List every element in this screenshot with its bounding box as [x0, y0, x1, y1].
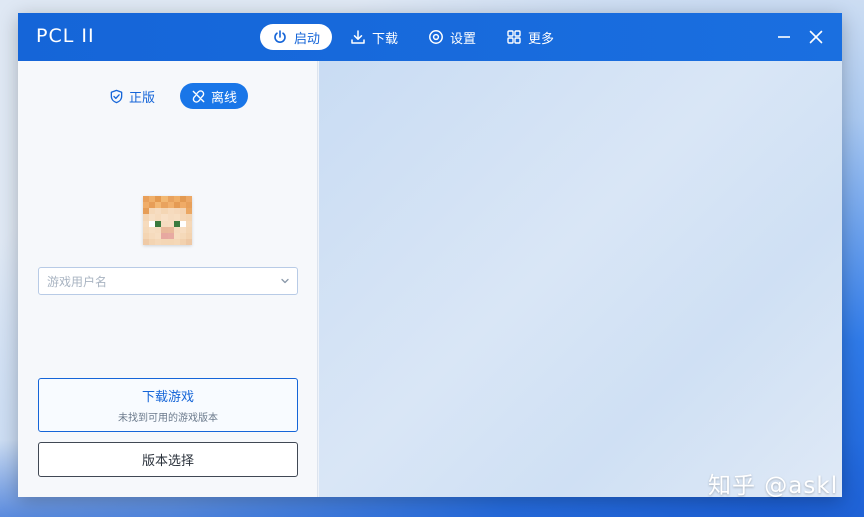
- tab-official[interactable]: 正版: [98, 83, 166, 109]
- username-field[interactable]: 游戏用户名: [38, 267, 298, 295]
- watermark: 知乎 @askl: [708, 473, 839, 499]
- app-title: PCL II: [36, 25, 95, 47]
- chevron-down-icon[interactable]: [279, 275, 291, 287]
- version-select-button[interactable]: 版本选择: [38, 442, 298, 477]
- nav-settings-label: 设置: [450, 31, 477, 47]
- username-placeholder: 游戏用户名: [47, 274, 108, 289]
- app-window: PCL II 启动 下载 设置 更多 正版 离线 游戏用户名 下载游戏 未找到可…: [18, 13, 842, 497]
- title-bar[interactable]: PCL II 启动 下载 设置 更多: [18, 13, 842, 61]
- tab-offline[interactable]: 离线: [180, 83, 249, 109]
- nav-more-label: 更多: [528, 31, 555, 47]
- shield-check-icon: [110, 89, 123, 103]
- grid-icon: [507, 30, 521, 44]
- main-nav: 启动 下载 设置 更多: [260, 24, 566, 50]
- download-game-label: 下载游戏: [141, 390, 194, 405]
- nav-launch-label: 启动: [294, 31, 321, 47]
- nav-download[interactable]: 下载: [338, 24, 410, 50]
- main-content-area: [319, 61, 842, 497]
- minimize-button[interactable]: [772, 25, 796, 49]
- nav-launch[interactable]: 启动: [260, 24, 333, 50]
- gear-icon: [429, 30, 443, 44]
- version-select-label: 版本选择: [141, 454, 194, 469]
- download-game-button[interactable]: 下载游戏 未找到可用的游戏版本: [38, 378, 298, 432]
- nav-more[interactable]: 更多: [494, 24, 566, 50]
- close-button[interactable]: [804, 25, 828, 49]
- login-mode-tabs: 正版 离线: [98, 83, 249, 109]
- launch-sidebar: 正版 离线 游戏用户名 下载游戏 未找到可用的游戏版本 版本选择: [18, 61, 318, 497]
- power-icon: [274, 30, 286, 43]
- unlink-icon: [192, 89, 205, 103]
- tab-official-label: 正版: [129, 90, 156, 106]
- player-avatar[interactable]: [143, 196, 192, 245]
- close-icon: [809, 30, 823, 44]
- nav-download-label: 下载: [372, 31, 399, 47]
- download-game-sublabel: 未找到可用的游戏版本: [118, 413, 218, 424]
- download-icon: [351, 30, 365, 44]
- tab-offline-label: 离线: [211, 90, 238, 106]
- nav-settings[interactable]: 设置: [416, 24, 488, 50]
- minimize-icon: [778, 36, 790, 38]
